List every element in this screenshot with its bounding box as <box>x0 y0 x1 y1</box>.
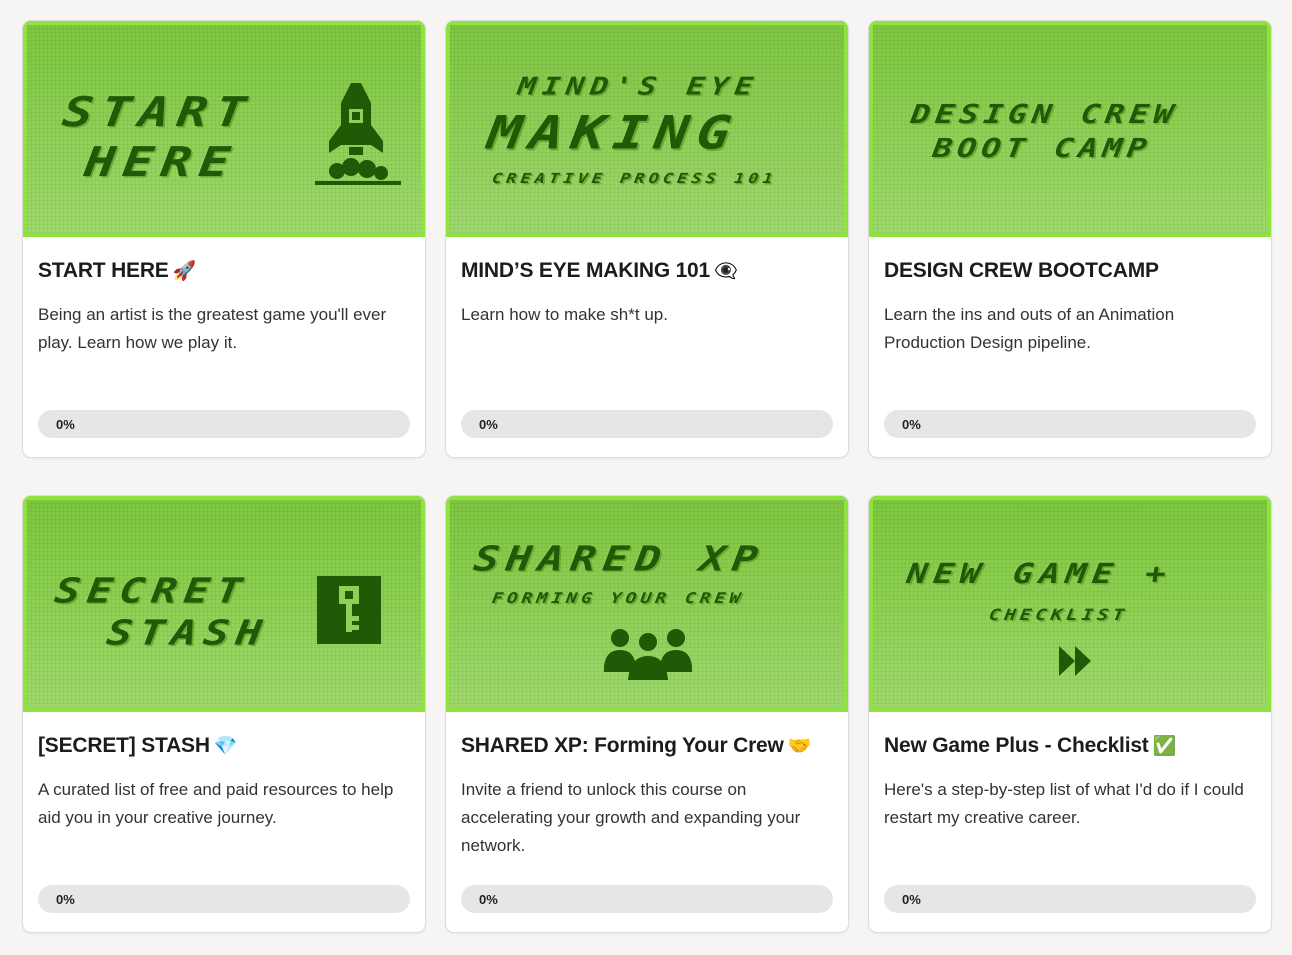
course-thumbnail[interactable]: START HERE <box>23 21 425 237</box>
course-description: Learn the ins and outs of an Animation P… <box>884 305 1175 352</box>
rocket-icon <box>315 83 401 185</box>
gem-icon: 💎 <box>213 735 238 757</box>
course-title[interactable]: START HERE 🚀 <box>38 259 196 283</box>
thumb-line1: DESIGN CREW <box>908 98 1181 130</box>
thumb-line1: START <box>59 88 257 136</box>
thumb-line1: SHARED XP <box>471 538 768 579</box>
progress-label: 0% <box>479 417 498 432</box>
course-thumbnail[interactable]: SECRET STASH <box>23 496 425 712</box>
thumb-line1: MIND'S EYE <box>515 72 761 101</box>
course-title[interactable]: DESIGN CREW BOOTCAMP <box>884 259 1159 283</box>
course-card-new-game-plus[interactable]: NEW GAME + CHECKLIST New Game Plus - Che… <box>868 495 1272 933</box>
thumb-line1: SECRET <box>52 570 252 611</box>
check-mark-icon: ✅ <box>1152 735 1177 757</box>
key-icon <box>317 576 381 644</box>
progress-label: 0% <box>56 417 75 432</box>
progress-bar: 0% <box>38 885 410 913</box>
course-description: Here's a step-by-step list of what I'd d… <box>884 780 1244 827</box>
course-thumbnail[interactable]: DESIGN CREW BOOT CAMP <box>869 21 1271 237</box>
course-thumbnail[interactable]: MIND'S EYE MAKING CREATIVE PROCESS 101 <box>446 21 848 237</box>
thumb-line2: CHECKLIST <box>987 605 1130 625</box>
course-title[interactable]: SHARED XP: Forming Your Crew 🤝 <box>461 734 811 758</box>
course-title[interactable]: MIND’S EYE MAKING 101 👁‍🗨 <box>461 259 738 283</box>
course-card-minds-eye-making[interactable]: MIND'S EYE MAKING CREATIVE PROCESS 101 M… <box>445 20 849 458</box>
course-thumbnail[interactable]: NEW GAME + CHECKLIST <box>869 496 1271 712</box>
course-description: Being an artist is the greatest game you… <box>38 305 387 352</box>
progress-label: 0% <box>902 892 921 907</box>
course-description: Invite a friend to unlock this course on… <box>461 780 801 855</box>
course-title[interactable]: [SECRET] STASH 💎 <box>38 734 238 758</box>
course-title[interactable]: New Game Plus - Checklist ✅ <box>884 734 1176 758</box>
thumb-line2: FORMING YOUR CREW <box>490 589 746 608</box>
course-card-start-here[interactable]: START HERE START HERE 🚀 Being an artist i… <box>22 20 426 458</box>
course-card-design-crew-bootcamp[interactable]: DESIGN CREW BOOT CAMP DESIGN CREW BOOTCA… <box>868 20 1272 458</box>
fast-forward-icon <box>1059 646 1091 676</box>
progress-label: 0% <box>479 892 498 907</box>
handshake-icon: 🤝 <box>787 735 812 757</box>
progress-bar: 0% <box>884 885 1256 913</box>
course-card-shared-xp[interactable]: SHARED XP FORMING YOUR CREW SHARED XP: F… <box>445 495 849 933</box>
thumb-line2: BOOT CAMP <box>930 132 1154 164</box>
progress-bar: 0% <box>38 410 410 438</box>
thumb-line2: HERE <box>81 138 241 186</box>
group-icon <box>604 629 692 680</box>
progress-bar: 0% <box>461 410 833 438</box>
thumb-line3: CREATIVE PROCESS 101 <box>490 170 778 188</box>
thumb-line2: MAKING <box>484 106 743 161</box>
progress-bar: 0% <box>884 410 1256 438</box>
thumb-line1: NEW GAME + <box>904 557 1175 591</box>
progress-label: 0% <box>56 892 75 907</box>
eye-speech-bubble-icon: 👁‍🗨 <box>714 260 738 282</box>
progress-label: 0% <box>902 417 921 432</box>
thumb-line2: STASH <box>104 612 272 653</box>
course-description: A curated list of free and paid resource… <box>38 780 394 827</box>
progress-bar: 0% <box>461 885 833 913</box>
course-description: Learn how to make sh*t up. <box>461 305 668 324</box>
course-card-secret-stash[interactable]: SECRET STASH [SECRET] STASH 💎 A curated l… <box>22 495 426 933</box>
rocket-emoji-icon: 🚀 <box>172 260 197 282</box>
course-thumbnail[interactable]: SHARED XP FORMING YOUR CREW <box>446 496 848 712</box>
